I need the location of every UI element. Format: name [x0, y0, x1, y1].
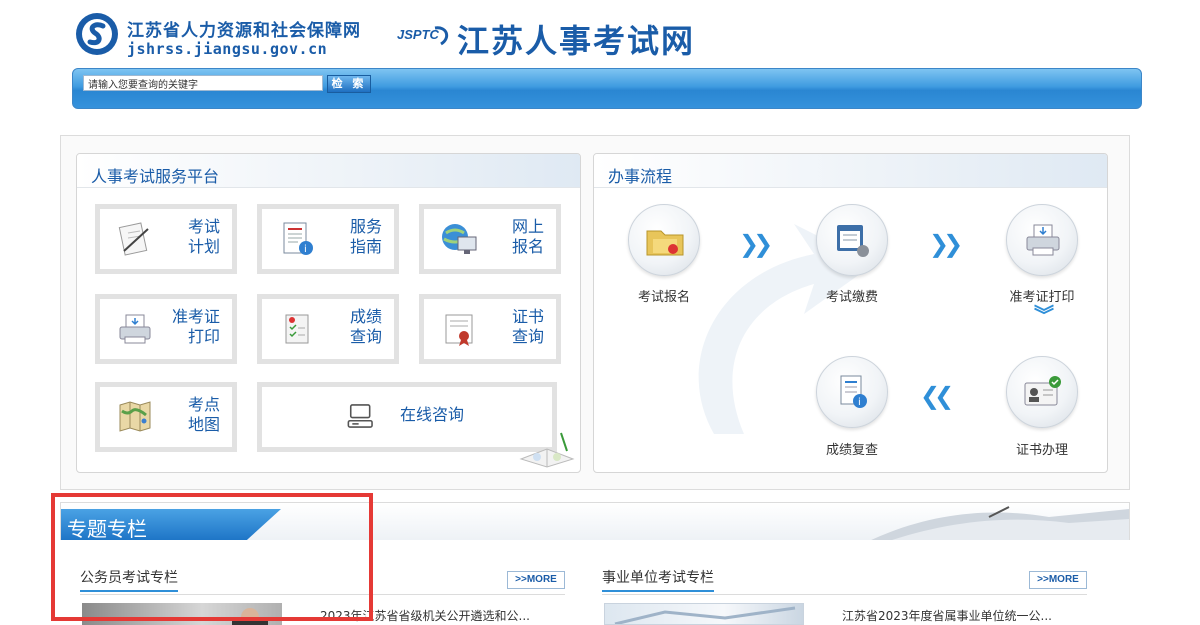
topics-title: 专题专栏 — [67, 517, 147, 540]
service-label-line1: 考试 — [187, 217, 220, 236]
more-button[interactable]: >>MORE — [507, 571, 565, 589]
service-label-line2: 打印 — [187, 327, 220, 346]
printer-icon — [1026, 224, 1060, 256]
step-score-review[interactable]: i — [816, 356, 888, 428]
civil-servant-column: 公务员考试专栏 >>MORE — [80, 565, 565, 595]
service-online-registration[interactable]: 网上 报名 — [419, 204, 561, 274]
service-label-line1: 考点 — [187, 395, 220, 414]
panel-header: 人事考试服务平台 — [77, 154, 580, 188]
service-label-line1: 证书 — [511, 307, 544, 326]
step-admission-print[interactable] — [1006, 204, 1078, 276]
site-url[interactable]: jshrss.jiangsu.gov.cn — [127, 40, 327, 58]
news-thumbnail[interactable] — [604, 603, 804, 625]
service-label-line1: 网上 — [511, 217, 544, 236]
more-button[interactable]: >>MORE — [1029, 571, 1087, 589]
service-label: 在线咨询 — [400, 405, 465, 424]
site-title[interactable]: 江苏省人力资源和社会保障网 — [127, 16, 361, 41]
service-exam-plan[interactable]: 考试 计划 — [95, 204, 237, 274]
score-list-icon — [285, 314, 309, 344]
service-admission-print[interactable]: 准考证 打印 — [95, 294, 237, 364]
open-book-decoration-icon — [519, 432, 575, 468]
service-label-line1: 成绩 — [349, 307, 382, 326]
watermark-arrow-decoration — [698, 224, 874, 434]
service-label-line1: 服务 — [349, 217, 382, 236]
search-input[interactable] — [83, 75, 323, 91]
public-institution-column: 事业单位考试专栏 >>MORE — [602, 565, 1087, 595]
service-guide[interactable]: i 服务 指南 — [257, 204, 399, 274]
service-label-line2: 指南 — [349, 237, 382, 256]
folder-icon — [646, 230, 684, 256]
double-right-arrow-icon: ❯❯ — [739, 230, 773, 258]
step-exam-registration[interactable] — [628, 204, 700, 276]
svg-text:i: i — [304, 244, 307, 255]
step-exam-payment[interactable] — [816, 204, 888, 276]
id-card-icon — [1024, 376, 1061, 406]
panel-header: 办事流程 — [594, 154, 1107, 188]
guide-book-icon: i — [283, 222, 313, 255]
service-online-consult[interactable]: 在线咨询 — [257, 382, 557, 452]
process-title: 办事流程 — [608, 167, 673, 186]
service-label-line2: 计划 — [187, 237, 220, 256]
open-book-banner-icon — [871, 506, 1129, 540]
news-headline[interactable]: 江苏省2023年度省属事业单位统一公... — [842, 607, 1052, 624]
search-button[interactable]: 检 索 — [327, 75, 371, 93]
certificate-icon — [445, 314, 473, 346]
services-frame: 人事考试服务平台 考试 计划 i 服务 指南 网上 报名 准考证 打印 成绩 查… — [60, 135, 1130, 490]
payment-window-icon — [837, 225, 869, 257]
service-label-line2: 地图 — [187, 415, 220, 434]
step-label: 证书办理 — [1015, 443, 1068, 458]
person-photo-icon — [232, 608, 268, 625]
document-photo-icon — [614, 606, 796, 624]
globe-computer-icon — [442, 224, 477, 254]
news-thumbnail[interactable] — [82, 603, 282, 625]
site-header: 江苏省人力资源和社会保障网 jshrss.jiangsu.gov.cn JSPT… — [75, 10, 775, 60]
map-icon — [119, 401, 151, 432]
exam-site-title[interactable]: 江苏人事考试网 — [457, 16, 695, 62]
service-exam-site-map[interactable]: 考点 地图 — [95, 382, 237, 452]
step-label: 考试缴费 — [825, 290, 878, 305]
double-left-arrow-icon: ❮❮ — [920, 382, 954, 410]
service-platform-panel: 人事考试服务平台 考试 计划 i 服务 指南 网上 报名 准考证 打印 成绩 查… — [76, 153, 581, 473]
service-platform-title: 人事考试服务平台 — [91, 167, 220, 186]
search-bar: 检 索 — [72, 68, 1142, 109]
double-down-arrow-icon: ︾ — [1034, 303, 1054, 327]
hrss-logo-icon[interactable] — [75, 12, 119, 56]
service-label-line2: 报名 — [511, 237, 544, 256]
report-icon: i — [840, 375, 867, 408]
column-title[interactable]: 公务员考试专栏 — [80, 567, 178, 592]
step-certificate-processing[interactable] — [1006, 356, 1078, 428]
news-headline[interactable]: 2023年江苏省省级机关公开遴选和公... — [320, 607, 530, 624]
computer-icon — [347, 404, 373, 428]
document-pen-icon — [118, 222, 149, 256]
service-certificate-query[interactable]: 证书 查询 — [419, 294, 561, 364]
topics-tab: 专题专栏 — [61, 509, 281, 540]
service-label-line2: 查询 — [349, 327, 382, 346]
double-right-arrow-icon: ❯❯ — [929, 230, 963, 258]
step-label: 考试报名 — [637, 290, 690, 305]
process-panel: 办事流程 考试报名 ❯❯ 考试缴费 ❯❯ 准考证打印 ︾ 证书办理 ❮❮ i 成… — [593, 153, 1108, 473]
svg-text:i: i — [858, 397, 861, 408]
column-title[interactable]: 事业单位考试专栏 — [602, 567, 714, 592]
service-label-line2: 查询 — [511, 327, 544, 346]
service-score-query[interactable]: 成绩 查询 — [257, 294, 399, 364]
printer-icon — [119, 314, 151, 344]
jsptc-logo-icon — [434, 26, 449, 46]
service-label-line1: 准考证 — [171, 307, 220, 326]
topics-header: 专题专栏 — [60, 502, 1130, 540]
step-label: 成绩复查 — [825, 443, 878, 458]
